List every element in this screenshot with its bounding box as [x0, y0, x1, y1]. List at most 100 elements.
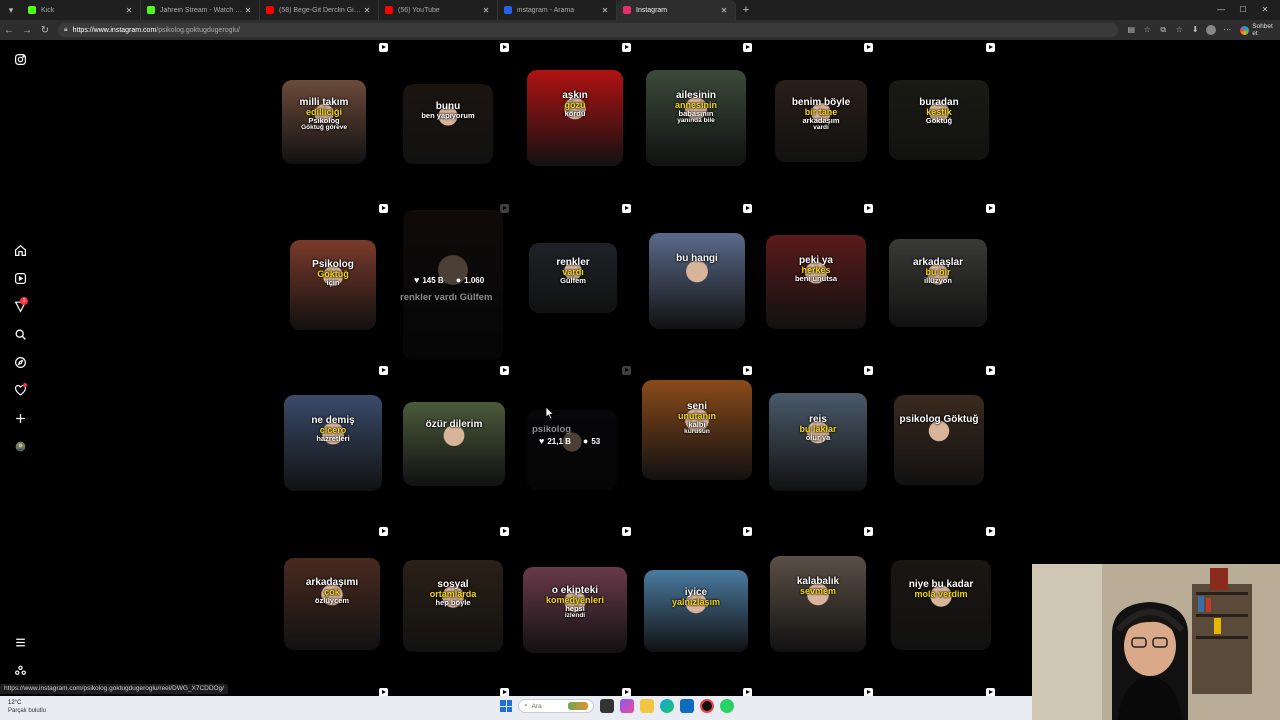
search-icon[interactable] — [13, 327, 27, 341]
windows-start-icon[interactable] — [500, 700, 512, 712]
reel-thumbnail[interactable] — [403, 210, 503, 360]
reel-thumbnail[interactable]: renkler vardı Gülfem — [529, 243, 617, 313]
instagram-logo-icon[interactable] — [13, 52, 27, 66]
task-view-icon[interactable] — [600, 699, 614, 713]
lock-icon[interactable]: 🔒︎ — [64, 26, 68, 34]
minimize-icon[interactable]: — — [1210, 0, 1232, 20]
taskbar-search-input[interactable]: ⌕ Ara — [518, 699, 594, 713]
profile-avatar-icon[interactable] — [13, 439, 27, 453]
reel-thumbnail[interactable]: kalabalık sevmem — [770, 556, 866, 652]
reload-icon[interactable]: ↻ — [36, 25, 54, 36]
reel-thumbnail[interactable]: buradan kestik Göktuğ — [889, 80, 989, 160]
reel-caption: sosyal ortamlarda hep böyle — [403, 580, 503, 607]
reel-badge-icon — [379, 204, 388, 213]
reel-caption-line: yanında bile — [677, 116, 715, 124]
collections-icon[interactable]: ☆ — [1174, 25, 1184, 35]
reel-thumbnail[interactable]: benim böyle bir tane arkadaşım vardı — [775, 80, 867, 162]
reel-thumbnail[interactable]: ailesinin annesinin babasının yanında bile — [646, 70, 746, 166]
whatsapp-icon[interactable] — [720, 699, 734, 713]
maximize-icon[interactable]: ☐ — [1232, 0, 1254, 20]
reel-thumbnail[interactable]: Psikolog Göktuğ için — [290, 240, 376, 330]
likes-count: ♥ 21,1 B — [539, 436, 571, 446]
reel-thumbnail[interactable]: iyice yalnızlaşım — [644, 570, 748, 652]
reel-thumbnail[interactable]: reis bu laklar olur ya — [769, 393, 867, 491]
reel-thumbnail[interactable]: o ekipteki komedyenleri hepsi izlendi — [523, 567, 627, 653]
reel-thumbnail[interactable]: bu hangi — [649, 233, 745, 329]
reel-badge-icon — [622, 204, 631, 213]
reel-caption-line: için — [326, 278, 340, 287]
copilot-app-icon[interactable] — [620, 699, 634, 713]
reel-caption-line: Göktuğ göreve — [301, 123, 347, 131]
tab-close-icon[interactable]: ✕ — [124, 6, 134, 15]
profile-avatar[interactable] — [1206, 25, 1217, 35]
reel-badge-icon — [986, 688, 995, 696]
meta-apps-icon[interactable] — [13, 663, 27, 677]
comments-count: ● 1.060 — [456, 275, 484, 285]
new-tab-button[interactable]: + — [736, 4, 756, 16]
reader-mode-icon[interactable]: ▤ — [1126, 25, 1136, 35]
extensions-icon[interactable]: ⧉ — [1158, 25, 1168, 35]
reel-thumbnail[interactable]: aşkın gözü kördü — [527, 70, 623, 166]
comments-value: 1.060 — [464, 276, 485, 285]
more-options-icon[interactable]: ⋯ — [1222, 25, 1232, 35]
address-bar-input[interactable]: 🔒︎ https://www.instagram.com/psikolog.go… — [57, 23, 1119, 37]
reel-thumbnail[interactable]: özür dilerim — [403, 402, 505, 486]
tab-close-icon[interactable]: ✕ — [600, 6, 610, 15]
reel-caption-line: özlüycem — [314, 596, 350, 605]
reel-caption: ne demiş cicero hazretleri — [284, 416, 382, 443]
recording-app-icon[interactable] — [700, 699, 714, 713]
reel-hover-caption: renkler vardı Gülfem — [400, 292, 493, 303]
tab-close-icon[interactable]: ✕ — [243, 6, 253, 15]
home-icon[interactable] — [13, 243, 27, 257]
explore-icon[interactable] — [13, 355, 27, 369]
more-menu-icon[interactable] — [13, 635, 27, 649]
browser-tab-active[interactable]: Instagram ✕ — [617, 0, 736, 20]
reel-thumbnail[interactable]: peki ya herkes beni unutsa — [766, 235, 866, 329]
reel-thumbnail[interactable]: ne demiş cicero hazretleri — [284, 395, 382, 491]
close-window-icon[interactable]: ✕ — [1254, 0, 1276, 20]
reel-badge-icon — [864, 43, 873, 52]
browser-tab[interactable]: (56) YouTube ✕ — [379, 0, 498, 20]
reel-caption-line: hazretleri — [316, 434, 350, 443]
file-explorer-icon[interactable] — [640, 699, 654, 713]
tab-close-icon[interactable]: ✕ — [481, 6, 491, 15]
reel-caption-line: illüzyon — [924, 276, 952, 285]
forward-arrow-icon[interactable]: → — [18, 25, 36, 36]
reel-hover-stats: ♥ 145 B ● 1.060 — [414, 275, 484, 285]
reel-thumbnail[interactable]: psikolog Göktuğ — [894, 395, 984, 485]
reel-thumbnail[interactable]: bunu ben yapıyorum — [403, 84, 493, 164]
copilot-icon — [1240, 25, 1250, 35]
reel-caption: niye bu kadar mola verdim — [891, 580, 991, 599]
tab-close-icon[interactable]: ✕ — [362, 6, 372, 15]
favorite-star-icon[interactable]: ☆ — [1142, 25, 1152, 35]
browser-tab[interactable]: instagram - Arama ✕ — [498, 0, 617, 20]
create-plus-icon[interactable] — [13, 411, 27, 425]
reel-badge-icon — [743, 43, 752, 52]
store-icon[interactable] — [680, 699, 694, 713]
copilot-chat-button[interactable]: Sohbet et — [1240, 23, 1280, 37]
browser-tab-strip: ▾ Kick ✕ Jahrein Stream - Watch Live on … — [0, 0, 1280, 20]
reel-thumbnail[interactable]: sosyal ortamlarda hep böyle — [403, 560, 503, 652]
browser-tab[interactable]: (58) Bege-Git Derclin Gitmemişem ✕ — [260, 0, 379, 20]
reel-thumbnail[interactable]: arkadaşımı çok özlüycem — [284, 558, 380, 650]
reel-thumbnail[interactable]: seni unutanın kalbi kurusun — [642, 380, 752, 480]
back-arrow-icon[interactable]: ← — [0, 25, 18, 36]
browser-tab[interactable]: Jahrein Stream - Watch Live on Ki ✕ — [141, 0, 260, 20]
tab-close-icon[interactable]: ✕ — [719, 6, 729, 15]
edge-browser-icon[interactable] — [660, 699, 674, 713]
reel-thumbnail[interactable]: arkadaşlar bu bir illüzyon — [889, 239, 987, 327]
tab-favicon-icon — [623, 6, 631, 14]
weather-widget[interactable]: 12°C Parçalı bulutlu — [8, 699, 46, 715]
url-host: https://www.instagram.com — [72, 26, 157, 34]
tab-favicon-icon — [504, 6, 512, 14]
downloads-icon[interactable]: ⬇ — [1190, 25, 1200, 35]
reel-badge-icon — [379, 43, 388, 52]
reel-badge-icon — [379, 527, 388, 536]
tab-favicon-icon — [266, 6, 274, 14]
reels-icon[interactable] — [13, 271, 27, 285]
reel-thumbnail[interactable] — [527, 410, 617, 490]
reel-thumbnail[interactable]: milli takım edilliciği Psikolog Göktuğ göre… — [282, 80, 366, 164]
tab-actions-menu-icon[interactable]: ▾ — [0, 0, 22, 20]
browser-tab[interactable]: Kick ✕ — [22, 0, 141, 20]
reel-thumbnail[interactable]: niye bu kadar mola verdim — [891, 560, 991, 650]
